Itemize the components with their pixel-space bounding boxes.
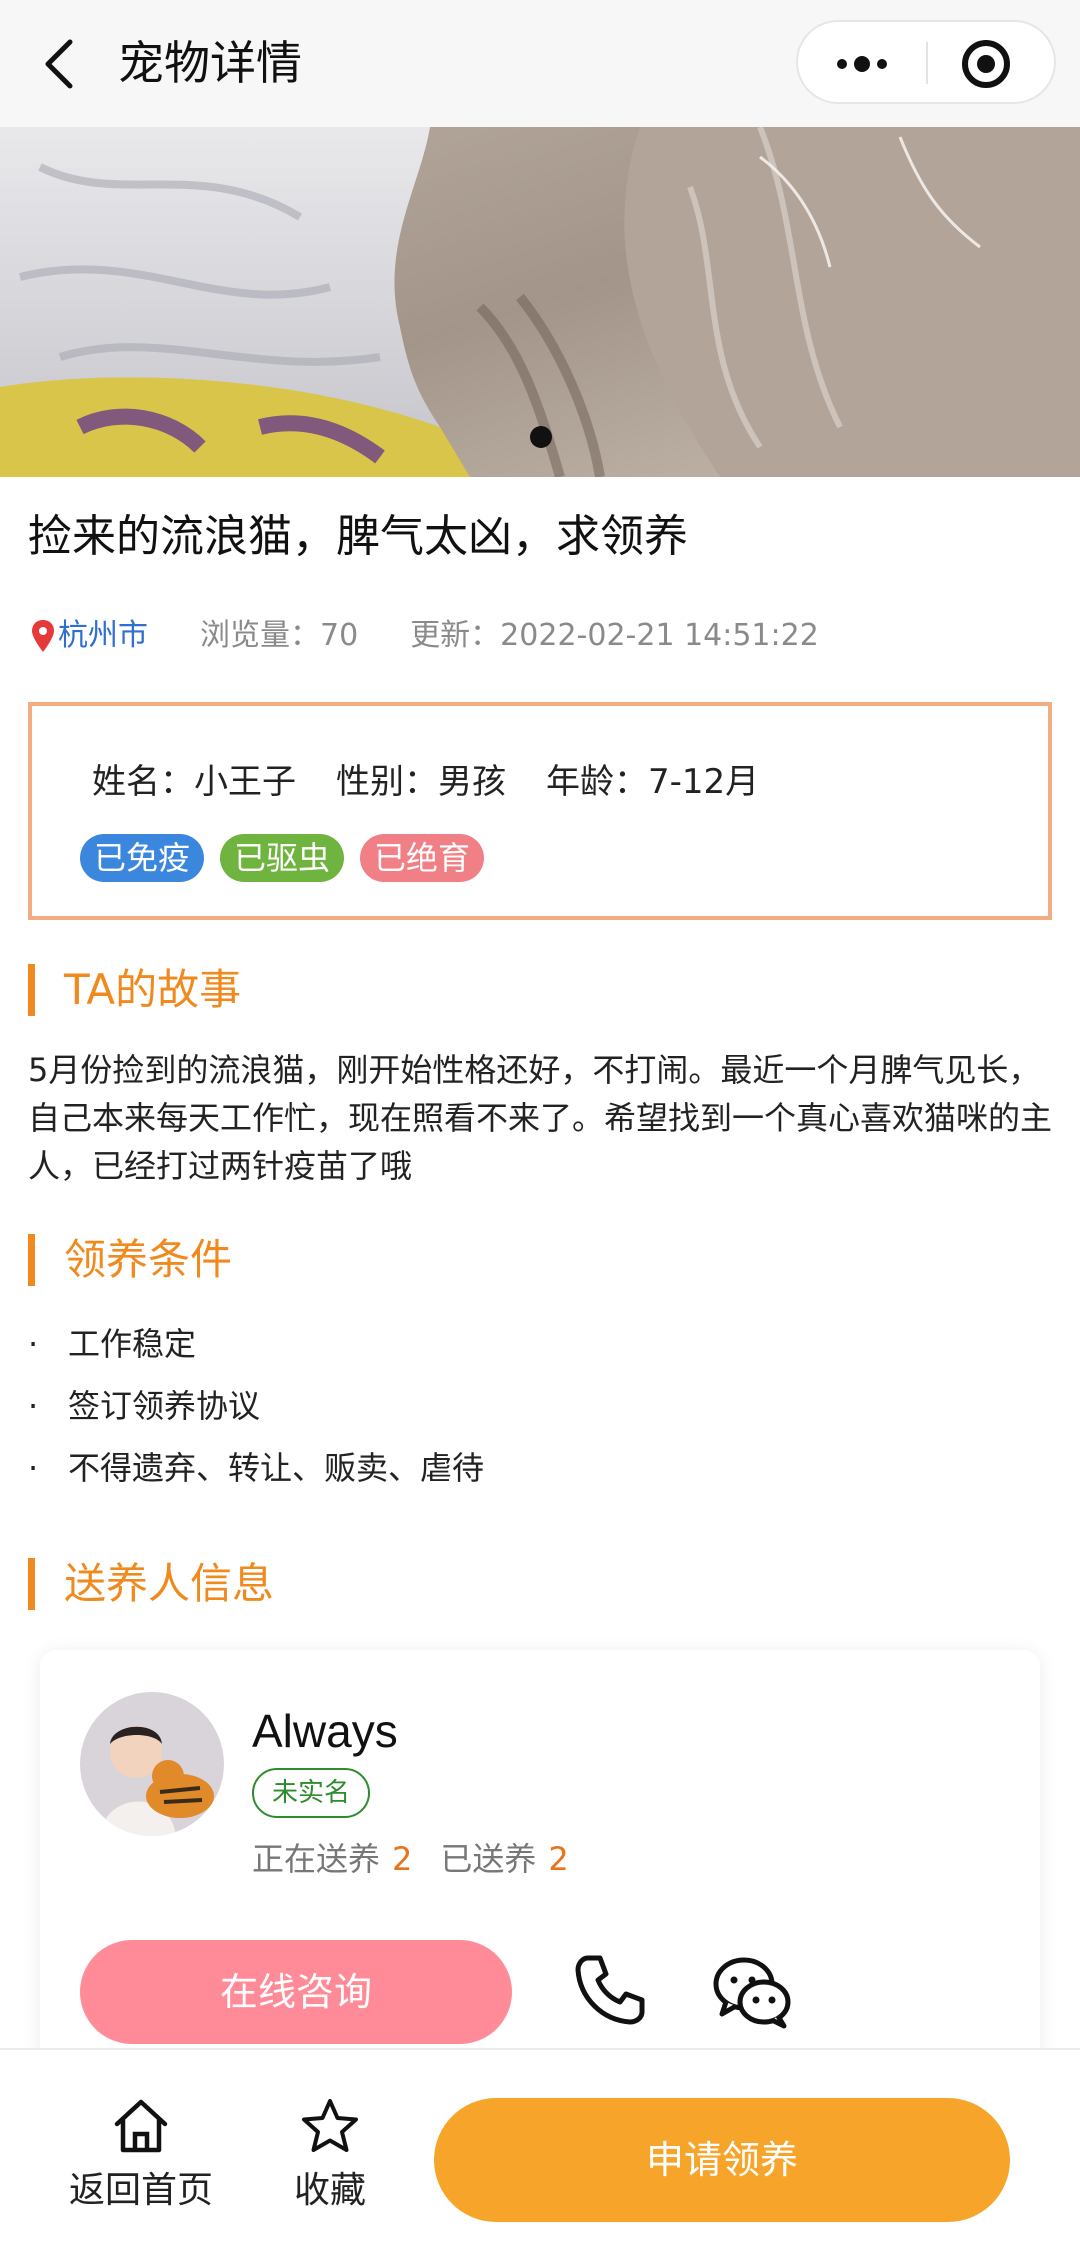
given-label: 已送养 [440, 1840, 537, 1878]
owner-stats: 正在送养 2 已送养 2 [252, 1834, 597, 1884]
meta-row: 杭州市 浏览量：70 更新：2022-02-21 14:51:22 [28, 612, 819, 660]
pet-photo-carousel[interactable] [0, 127, 1080, 477]
health-tags: 已免疫 已驱虫 已绝育 [80, 834, 500, 884]
home-icon [114, 2099, 168, 2153]
pet-title: 捡来的流浪猫，脾气太凶，求领养 [28, 511, 688, 562]
location-pin-icon [28, 618, 58, 656]
section-accent-bar [28, 1558, 35, 1610]
city-label[interactable]: 杭州市 [58, 618, 148, 653]
favorite-label: 收藏 [293, 2170, 366, 2211]
carousel-indicator [530, 426, 552, 448]
story-text: 5月份捡到的流浪猫，刚开始性格还好，不打闹。最近一个月脾气见长，自己本来每天工作… [28, 1051, 1053, 1185]
avatar[interactable] [80, 1692, 224, 1836]
giving-label: 正在送养 [252, 1840, 381, 1878]
phone-icon[interactable] [570, 1950, 650, 2030]
tag-immunized: 已免疫 [80, 834, 205, 882]
conditions-list: · 工作稳定 · 签订领养协议 · 不得遗弃、转让、贩卖、虐待 [28, 1313, 484, 1499]
apply-adopt-button[interactable]: 申请领养 [434, 2098, 1010, 2222]
pet-info-box: 姓名：小王子 性别：男孩 年龄：7-12月 已免疫 已驱虫 已绝育 [28, 702, 1052, 920]
favorite-button[interactable]: 收藏 [280, 2096, 380, 2216]
list-item: · 签订领养协议 [28, 1375, 484, 1437]
pet-gender: 性别：男孩 [336, 762, 506, 802]
condition-text: 工作稳定 [68, 1325, 197, 1363]
owner-heading: 送养人信息 [64, 1559, 275, 1608]
condition-text: 签订领养协议 [68, 1387, 261, 1425]
condition-text: 不得遗弃、转让、贩卖、虐待 [68, 1449, 485, 1487]
bullet-icon: · [28, 1387, 39, 1425]
list-item: · 工作稳定 [28, 1313, 484, 1375]
online-consult-button[interactable]: 在线咨询 [80, 1940, 512, 2044]
owner-name: Always [252, 1705, 398, 1757]
home-label: 返回首页 [68, 2170, 213, 2211]
views-count: 浏览量：70 [200, 618, 359, 653]
wechat-icon[interactable] [710, 1950, 794, 2034]
nav-bar: 宠物详情 [0, 0, 1080, 127]
more-icon[interactable] [798, 22, 926, 102]
pet-name: 姓名：小王子 [92, 762, 296, 802]
pet-age: 年龄：7-12月 [546, 762, 760, 802]
update-time: 更新：2022-02-21 14:51:22 [410, 618, 819, 653]
section-accent-bar [28, 1234, 35, 1286]
story-heading: TA的故事 [64, 965, 242, 1014]
close-circle-icon[interactable] [928, 22, 1056, 102]
mini-program-capsule [796, 20, 1056, 104]
tag-neutered: 已绝育 [360, 834, 485, 882]
star-icon [302, 2099, 358, 2152]
list-item: · 不得遗弃、转让、贩卖、虐待 [28, 1437, 484, 1499]
giving-count: 2 [392, 1840, 413, 1878]
pet-photo [0, 127, 1080, 477]
home-button[interactable]: 返回首页 [66, 2096, 216, 2216]
given-count: 2 [548, 1840, 569, 1878]
verification-badge: 未实名 [252, 1768, 371, 1818]
bullet-icon: · [28, 1325, 39, 1363]
tag-dewormed: 已驱虫 [220, 834, 345, 882]
section-accent-bar [28, 964, 35, 1016]
back-icon[interactable] [38, 36, 84, 92]
bottom-action-bar: 返回首页 收藏 申请领养 [0, 2048, 1080, 2263]
owner-card: Always 未实名 正在送养 2 已送养 2 在线咨询 [40, 1650, 1040, 2070]
page-title: 宠物详情 [118, 36, 302, 90]
conditions-heading: 领养条件 [64, 1235, 233, 1284]
bullet-icon: · [28, 1449, 39, 1487]
pet-basic-info: 姓名：小王子 性别：男孩 年龄：7-12月 [92, 756, 799, 808]
